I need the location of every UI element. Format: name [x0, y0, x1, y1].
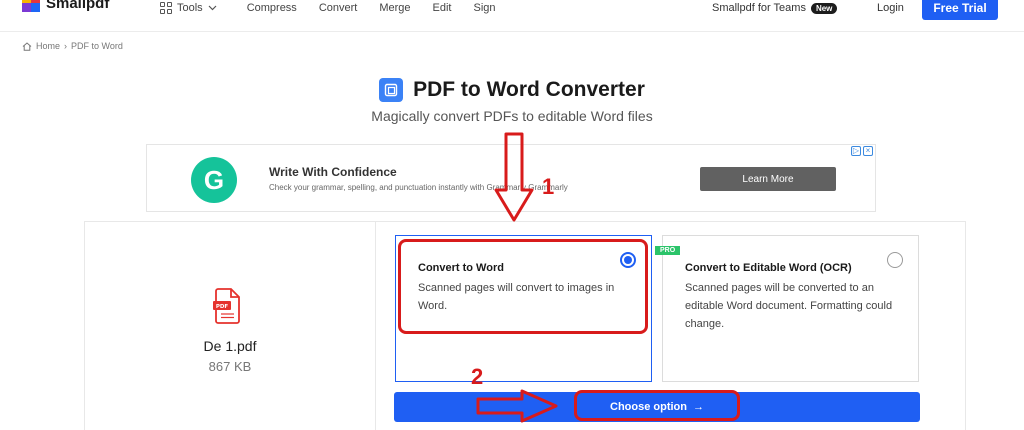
- free-trial-button[interactable]: Free Trial: [922, 0, 998, 20]
- annotation-highlight-option: [398, 239, 648, 334]
- logo-text: Smallpdf: [46, 0, 110, 12]
- ad-learn-more-button[interactable]: Learn More: [700, 167, 836, 191]
- nav-link-compress[interactable]: Compress: [247, 2, 297, 14]
- nav-link-convert[interactable]: Convert: [319, 2, 358, 14]
- smallpdf-logo[interactable]: Smallpdf: [22, 0, 109, 12]
- tools-label: Tools: [177, 2, 203, 14]
- main-nav: Tools Compress Convert Merge Edit Sign: [160, 2, 518, 14]
- nav-link-edit[interactable]: Edit: [433, 2, 452, 14]
- pro-badge: PRO: [655, 246, 681, 255]
- file-size: 867 KB: [208, 359, 252, 374]
- ad-close-icon[interactable]: ×: [863, 146, 873, 156]
- top-navigation-bar: Smallpdf Tools Compress Convert Merge Ed…: [0, 0, 1024, 32]
- file-name: De 1.pdf: [203, 338, 257, 354]
- ad-info-icon[interactable]: ▷: [851, 146, 861, 156]
- ad-choices[interactable]: ▷ ×: [851, 146, 873, 156]
- annotation-step-1: 1: [542, 174, 555, 199]
- option-description: Scanned pages will be converted to an ed…: [685, 282, 893, 330]
- ad-title: Write With Confidence: [269, 165, 397, 179]
- annotation-step-2: 2: [471, 364, 484, 389]
- page-header: PDF to Word Converter: [0, 78, 1024, 102]
- nav-link-merge[interactable]: Merge: [379, 2, 410, 14]
- tools-menu-button[interactable]: Tools: [160, 2, 217, 14]
- ad-description: Check your grammar, spelling, and punctu…: [269, 183, 568, 192]
- chevron-down-icon: [208, 5, 217, 11]
- login-link[interactable]: Login: [877, 2, 904, 14]
- home-icon: [22, 41, 32, 51]
- pdf-file-icon: PDF: [212, 288, 242, 324]
- option-title: Convert to Editable Word (OCR): [685, 262, 852, 274]
- breadcrumb-separator: ›: [64, 41, 68, 51]
- page-title: PDF to Word Converter: [413, 78, 645, 101]
- page-subtitle: Magically convert PDFs to editable Word …: [371, 108, 653, 124]
- grammarly-logo-icon: G: [191, 157, 237, 203]
- teams-label: Smallpdf for Teams: [712, 2, 806, 14]
- smallpdf-logo-icon: [22, 0, 40, 12]
- option-convert-to-editable-word-ocr[interactable]: PRO Convert to Editable Word (OCR) Scann…: [655, 235, 919, 382]
- nav-link-sign[interactable]: Sign: [474, 2, 496, 14]
- new-badge: New: [810, 2, 838, 14]
- annotation-highlight-button: [574, 390, 740, 421]
- breadcrumb: Home › PDF to Word: [22, 41, 123, 51]
- pdf-icon-label: PDF: [216, 304, 229, 310]
- breadcrumb-current: PDF to Word: [71, 41, 123, 51]
- file-panel: PDF De 1.pdf 867 KB: [84, 221, 376, 430]
- smallpdf-for-teams-link[interactable]: Smallpdf for Teams New: [712, 2, 838, 14]
- pdf-to-word-icon: [379, 78, 404, 102]
- grid-icon: [160, 2, 172, 14]
- grammarly-ad-banner[interactable]: G Write With Confidence Check your gramm…: [146, 144, 876, 212]
- option-radio-unselected[interactable]: [887, 252, 903, 268]
- breadcrumb-home[interactable]: Home: [36, 41, 60, 51]
